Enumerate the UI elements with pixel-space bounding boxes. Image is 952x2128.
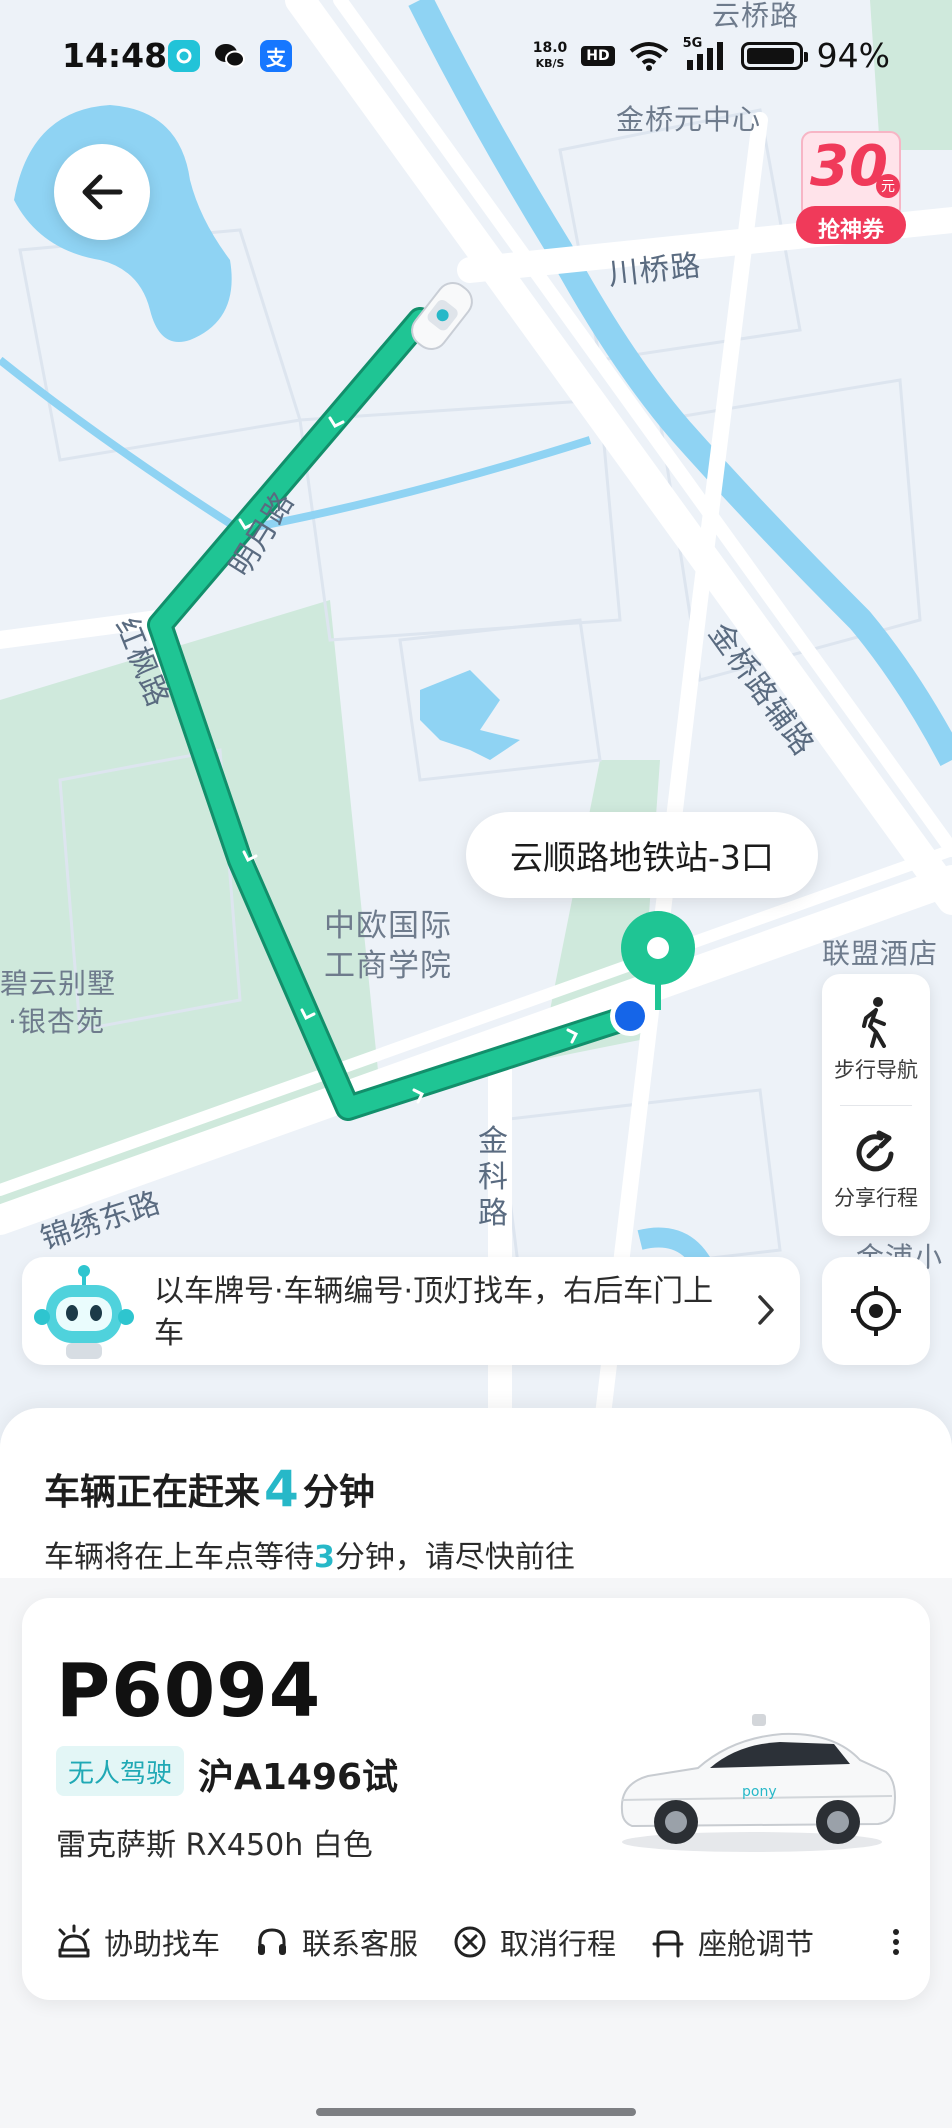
- wechat-icon: [214, 40, 246, 72]
- coupon-badge[interactable]: 30 元 抢神券: [796, 128, 906, 250]
- status-time: 14:48: [62, 36, 168, 75]
- pickup-location-label[interactable]: 云顺路地铁站-3口: [466, 812, 818, 898]
- trip-status-header: 车辆正在赶来4 分钟 车辆将在上车点等待3分钟，请尽快前往: [0, 1408, 952, 1578]
- wait-suffix: 分钟，请尽快前往: [334, 1540, 575, 1575]
- crosshair-icon: [851, 1286, 901, 1336]
- wait-prefix: 车辆将在上车点等待: [44, 1540, 314, 1575]
- vehicle-id: P6094: [56, 1648, 322, 1734]
- hd-badge: HD: [581, 45, 615, 66]
- walk-navigation-button[interactable]: 步行导航: [822, 974, 930, 1105]
- wait-minutes: 3: [314, 1540, 335, 1575]
- share-arrow-icon: [856, 1130, 894, 1171]
- arrow-left-icon: [82, 174, 123, 210]
- eta-suffix: 分钟: [302, 1472, 375, 1513]
- map-label-ceibs-1: 中欧国际: [324, 908, 452, 944]
- autonomous-badge: 无人驾驶: [56, 1746, 185, 1796]
- network-speed-value: 18.0: [532, 39, 568, 56]
- map-label-jinke-road: 金科路: [478, 1124, 509, 1231]
- vehicle-model: 雷克萨斯 RX450h 白色: [56, 1828, 373, 1863]
- eta-line: 车辆正在赶来4 分钟: [44, 1458, 375, 1518]
- chevron-right-icon: [758, 1295, 774, 1325]
- license-plate: 沪A1496试: [198, 1757, 399, 1798]
- battery-fill: [746, 47, 794, 64]
- map-label-biyun-1: 碧云别墅: [0, 967, 117, 1000]
- vehicle-actions: 协助找车 联系客服 取消行程 座舱调节: [56, 1914, 916, 1970]
- cabin-adjust-label: 座舱调节: [698, 1927, 815, 1961]
- cancel-trip-label: 取消行程: [500, 1927, 617, 1961]
- home-indicator[interactable]: [316, 2108, 636, 2116]
- back-button[interactable]: [54, 144, 150, 240]
- assist-find-car-button[interactable]: 协助找车: [56, 1921, 220, 1963]
- map-label-ceibs-2: 工商学院: [324, 948, 452, 984]
- cancel-circle-icon: [454, 1926, 486, 1958]
- trip-bottom-sheet: 车辆正在赶来4 分钟 车辆将在上车点等待3分钟，请尽快前往 P6094 无人驾驶 …: [0, 1408, 952, 2128]
- share-trip-label: 分享行程: [834, 1185, 918, 1210]
- car-logo-text: pony: [742, 1784, 777, 1800]
- headset-icon: [258, 1928, 287, 1955]
- coupon-label: 抢神券: [817, 218, 884, 243]
- more-options-button[interactable]: [876, 1920, 916, 1964]
- wait-line: 车辆将在上车点等待3分钟，请尽快前往: [44, 1532, 575, 1576]
- more-vertical-icon: [893, 1929, 899, 1955]
- battery-icon: [740, 41, 808, 70]
- robot-mascot-icon: [34, 1265, 134, 1359]
- status-indicators: 18.0 KB/S HD 5G 94%: [532, 36, 890, 76]
- walk-navigation-label: 步行导航: [834, 1057, 918, 1082]
- wifi-icon: [629, 41, 668, 71]
- contact-support-button[interactable]: 联系客服: [254, 1921, 418, 1963]
- find-car-hint-text: 以车牌号·车辆编号·顶灯找车，右后车门上车: [154, 1274, 714, 1351]
- map-label-biyun-2: ·银杏苑: [8, 1005, 105, 1038]
- app-notification-icon: [168, 40, 200, 72]
- cancel-trip-button[interactable]: 取消行程: [452, 1921, 616, 1963]
- side-tools-panel: 步行导航 分享行程: [822, 974, 930, 1236]
- share-trip-button[interactable]: 分享行程: [822, 1105, 930, 1236]
- seat-icon: [652, 1930, 684, 1958]
- network-speed-unit: KB/S: [535, 56, 565, 70]
- cell-signal-icon: 5G: [683, 36, 727, 72]
- battery-percent: 94%: [816, 36, 890, 75]
- coupon-unit: 元: [876, 174, 900, 198]
- walking-person-icon: [862, 996, 886, 1048]
- network-speed: 18.0 KB/S: [532, 39, 568, 71]
- vehicle-card: P6094 无人驾驶 沪A1496试 雷克萨斯 RX450h 白色 pony 协…: [22, 1598, 930, 2000]
- car-horn-icon: [58, 1924, 90, 1958]
- cabin-adjust-button[interactable]: 座舱调节: [650, 1921, 814, 1963]
- vehicle-image: pony: [620, 1714, 896, 1852]
- map-label-lianmeng-hotel: 联盟酒店: [822, 937, 939, 970]
- eta-prefix: 车辆正在赶来: [44, 1472, 261, 1513]
- status-bar: 14:48 支 18.0 KB/S HD 5G 94%: [0, 0, 952, 110]
- locate-me-button[interactable]: [822, 1257, 930, 1365]
- alipay-icon: 支: [260, 40, 292, 72]
- find-car-hint-banner[interactable]: 以车牌号·车辆编号·顶灯找车，右后车门上车: [22, 1257, 800, 1365]
- eta-minutes: 4: [264, 1460, 299, 1518]
- contact-support-label: 联系客服: [302, 1927, 419, 1961]
- assist-find-car-label: 协助找车: [104, 1927, 221, 1961]
